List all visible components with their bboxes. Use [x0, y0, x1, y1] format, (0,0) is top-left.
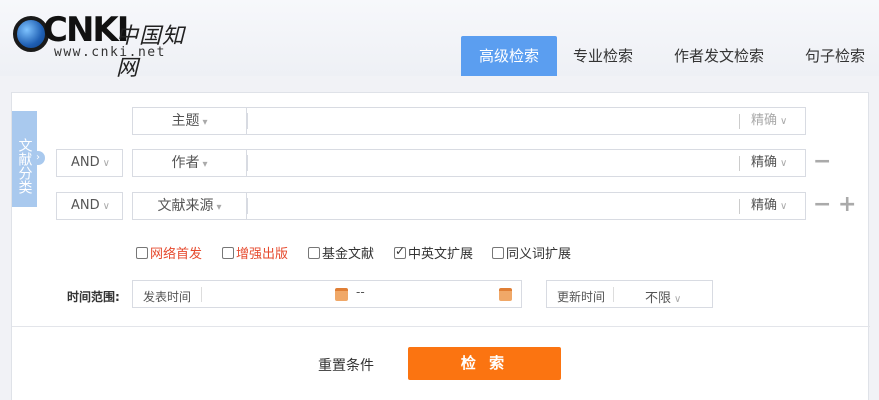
- checkbox[interactable]: [492, 246, 504, 259]
- exact-select-3[interactable]: 精确 ∨: [739, 192, 806, 220]
- chevron-down-icon: ▾: [216, 202, 222, 213]
- calendar-icon[interactable]: [499, 288, 512, 301]
- checkbox[interactable]: [308, 246, 320, 259]
- logo-url: www.cnki.net: [54, 45, 166, 60]
- exact-select-1[interactable]: 精确 ∨: [739, 107, 806, 135]
- chevron-down-icon: ∨: [102, 158, 110, 169]
- time-range-label: 时间范围:: [67, 290, 120, 304]
- tab-sentence-search[interactable]: 句子检索: [789, 36, 879, 76]
- field-select-3[interactable]: 文献来源 ▾: [132, 192, 246, 220]
- plus-icon[interactable]: +: [838, 192, 856, 218]
- option-enhanced-publishing[interactable]: 增强出版: [222, 243, 288, 262]
- option-cn-en-expansion[interactable]: 中英文扩展: [394, 243, 473, 262]
- publish-date-range[interactable]: 发表时间 --: [132, 280, 522, 308]
- reset-button[interactable]: 重置条件: [318, 355, 374, 375]
- checkbox[interactable]: [222, 246, 234, 259]
- tab-advanced-search[interactable]: 高级检索: [461, 36, 557, 76]
- chevron-down-icon: ▾: [202, 117, 208, 128]
- chevron-down-icon: ∨: [674, 294, 682, 305]
- option-synonym-expansion[interactable]: 同义词扩展: [492, 243, 571, 262]
- calendar-icon[interactable]: [335, 288, 348, 301]
- checkbox-checked[interactable]: [394, 244, 406, 259]
- top-bar: CNKI 中国知网 www.cnki.net 高级检索 专业检索 作者发文检索 …: [0, 0, 879, 81]
- query-input-3[interactable]: [246, 192, 739, 220]
- exact-select-2[interactable]: 精确 ∨: [739, 149, 806, 177]
- query-row-3: AND ∨ 文献来源 ▾ 精确 ∨ − +: [12, 192, 870, 220]
- update-time-label: 更新时间: [557, 290, 606, 304]
- option-fund-literature[interactable]: 基金文献: [308, 243, 374, 262]
- query-row-2: AND ∨ 作者 ▾ 精确 ∨ −: [12, 149, 870, 177]
- date-separator: --: [356, 285, 365, 299]
- minus-icon[interactable]: −: [813, 149, 831, 175]
- chevron-down-icon: ∨: [780, 158, 788, 169]
- search-button[interactable]: 检 索: [408, 347, 561, 380]
- query-input-2[interactable]: [246, 149, 739, 177]
- cnki-logo[interactable]: CNKI 中国知网 www.cnki.net: [13, 10, 193, 81]
- query-row-1: 主题 ▾ 精确 ∨: [12, 107, 870, 135]
- tab-professional-search[interactable]: 专业检索: [557, 36, 649, 76]
- chevron-down-icon: ∨: [780, 116, 788, 127]
- advanced-search-panel: 文献分类 › 主题 ▾ 精确 ∨ AND ∨ 作者 ▾ 精确 ∨ − AND ∨ 文献来源 ▾: [11, 92, 870, 400]
- publish-date-label: 发表时间: [143, 290, 192, 304]
- query-input-1[interactable]: [246, 107, 739, 135]
- field-select-2[interactable]: 作者 ▾: [132, 149, 246, 177]
- divider: [12, 326, 870, 327]
- chevron-down-icon: ∨: [780, 201, 788, 212]
- logic-select-3[interactable]: AND ∨: [56, 192, 123, 220]
- search-mode-tabs: 高级检索 专业检索 作者发文检索 句子检索: [461, 36, 879, 76]
- update-time-select[interactable]: 更新时间 不限 ∨: [546, 280, 713, 308]
- option-online-first[interactable]: 网络首发: [136, 243, 202, 262]
- checkbox[interactable]: [136, 246, 148, 259]
- field-select-1[interactable]: 主题 ▾: [132, 107, 246, 135]
- logic-select-2[interactable]: AND ∨: [56, 149, 123, 177]
- chevron-down-icon: ∨: [102, 201, 110, 212]
- update-time-value: 不限 ∨: [645, 291, 682, 306]
- logo-brand: CNKI: [43, 10, 129, 50]
- tab-author-search[interactable]: 作者发文检索: [649, 36, 789, 76]
- chevron-down-icon: ▾: [202, 159, 208, 170]
- minus-icon[interactable]: −: [813, 192, 831, 218]
